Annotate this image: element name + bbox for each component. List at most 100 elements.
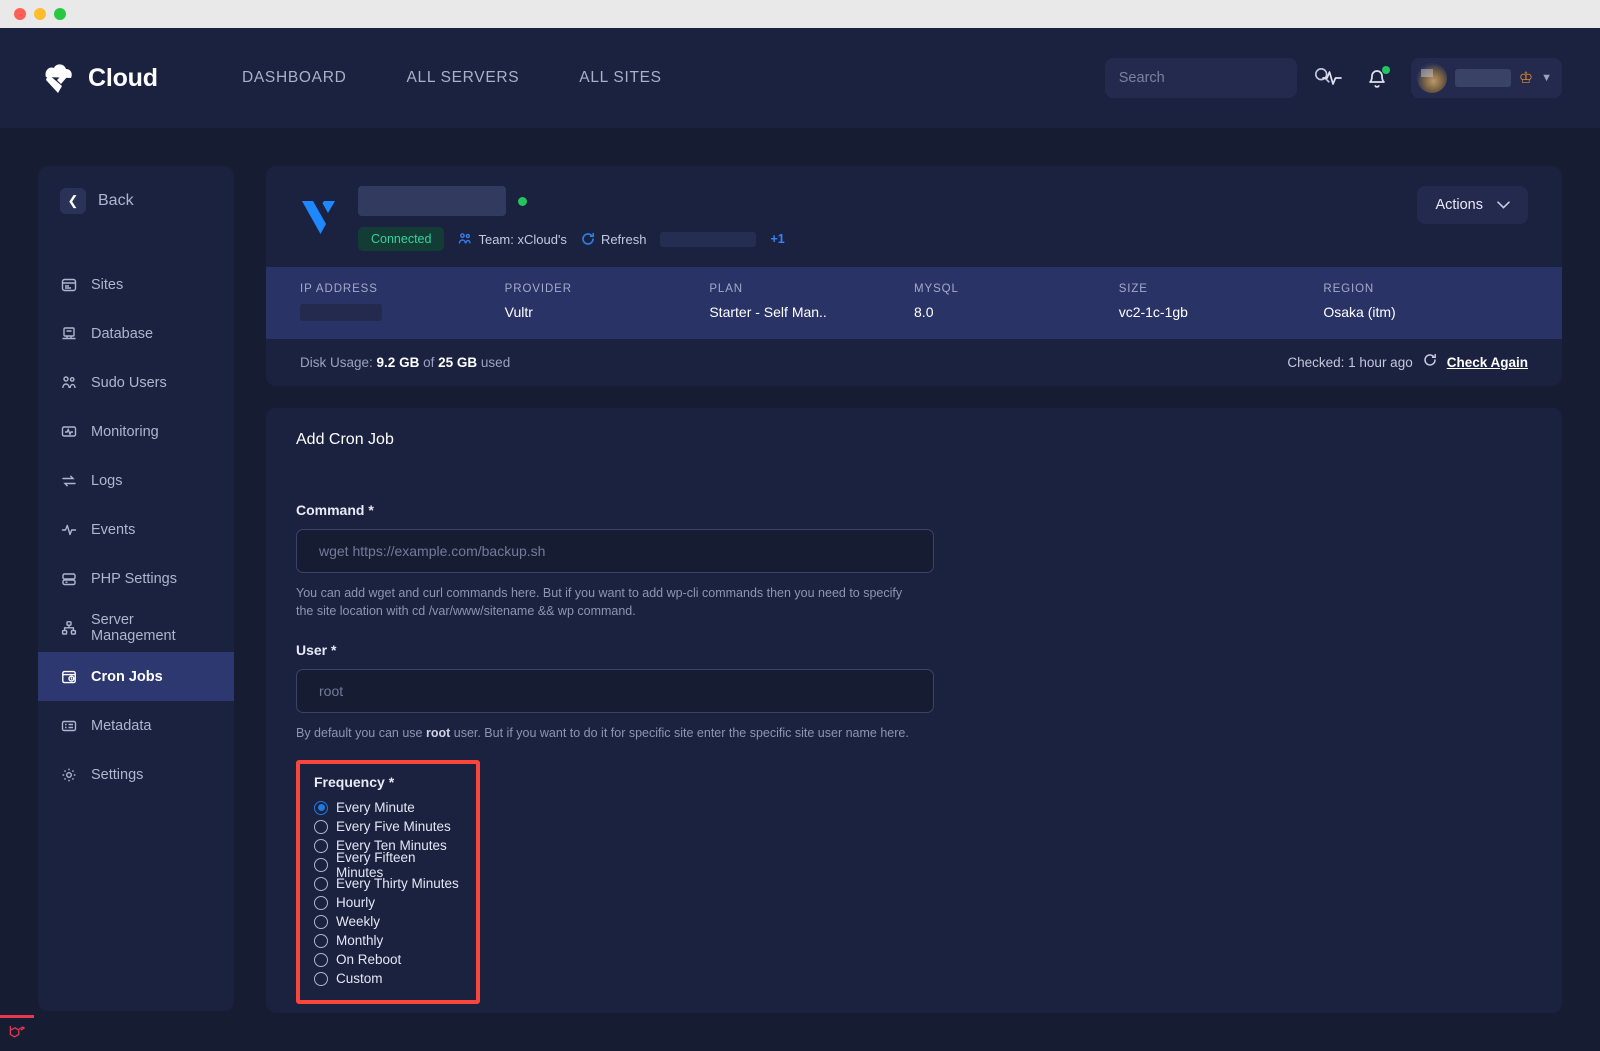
sidebar: ❮ Back Sites [38,166,234,1011]
sidebar-item-label: Logs [91,473,122,489]
stat-value: Vultr [505,304,710,320]
radio-custom[interactable]: Custom [314,969,462,988]
radio-on-reboot[interactable]: On Reboot [314,950,462,969]
radio-label: Weekly [336,914,380,929]
body-layout: ❮ Back Sites [0,128,1600,1051]
search-input[interactable] [1119,70,1306,86]
sidebar-item-sudo-users[interactable]: Sudo Users [38,358,234,407]
server-name-redacted [358,186,506,216]
refresh-button[interactable]: Refresh [581,232,647,247]
laravel-icon [8,1023,26,1046]
server-header-card: Connected Team: xCloud's [266,166,1562,267]
sidebar-item-metadata[interactable]: Metadata [38,701,234,750]
user-label: User * [296,642,1532,658]
gear-icon [60,766,77,783]
back-label: Back [98,192,134,210]
radio-indicator[interactable] [314,915,328,929]
extra-tags-count[interactable]: +1 [770,232,784,246]
stat-value-redacted [300,304,382,321]
stat-provider: PROVIDER Vultr [505,283,710,321]
cron-job-form: Command * You can add wget and curl comm… [266,472,1562,1013]
search-box[interactable] [1105,58,1297,98]
radio-hourly[interactable]: Hourly [314,893,462,912]
sidebar-item-settings[interactable]: Settings [38,750,234,799]
radio-indicator[interactable] [314,839,328,853]
sidebar-item-label: PHP Settings [91,571,177,587]
back-button[interactable]: ❮ Back [38,188,234,214]
sidebar-item-label: Server Management [91,612,212,644]
page-title: Add Cron Job [266,408,1562,472]
nav-all-sites[interactable]: ALL SITES [549,69,691,87]
bell-icon[interactable] [1367,68,1387,89]
nav-right-group: ♔ ▼ [1105,58,1562,98]
sidebar-item-server-management[interactable]: Server Management [38,603,234,652]
radio-monthly[interactable]: Monthly [314,931,462,950]
radio-indicator[interactable] [314,801,328,815]
command-help-text: You can add wget and curl commands here.… [296,584,916,620]
radio-every-fifteen-minutes[interactable]: Every Fifteen Minutes [314,855,462,874]
close-window-button[interactable] [14,8,26,20]
sidebar-item-events[interactable]: Events [38,505,234,554]
status-badge: Connected [358,227,444,251]
radio-indicator[interactable] [314,896,328,910]
stat-label: IP ADDRESS [300,283,505,295]
sidebar-item-monitoring[interactable]: Monitoring [38,407,234,456]
chevron-down-icon[interactable]: ▼ [1541,72,1552,84]
team-label: Team: xCloud's [478,232,566,247]
sidebar-menu: Sites Database [38,260,234,799]
frequency-label: Frequency * [314,774,462,790]
sidebar-item-label: Cron Jobs [91,669,163,685]
users-icon [60,374,77,391]
laravel-debugbar-toggle[interactable] [0,1015,34,1051]
app-page: Cloud DASHBOARD ALL SERVERS ALL SITES [0,28,1600,1051]
radio-indicator[interactable] [314,877,328,891]
frequency-radio-group: Every Minute Every Five Minutes Every Te… [314,798,462,988]
radio-weekly[interactable]: Weekly [314,912,462,931]
stat-value: vc2-1c-1gb [1119,304,1324,320]
brand-logo-group[interactable]: Cloud [38,61,212,95]
radio-every-five-minutes[interactable]: Every Five Minutes [314,817,462,836]
user-help-bold: root [426,726,450,740]
nav-all-servers[interactable]: ALL SERVERS [376,69,549,87]
radio-indicator[interactable] [314,934,328,948]
user-menu[interactable]: ♔ ▼ [1411,58,1562,98]
disk-total: 25 GB [438,355,477,370]
radio-indicator[interactable] [314,972,328,986]
stat-label: SIZE [1119,283,1324,295]
zoom-window-button[interactable] [54,8,66,20]
radio-every-minute[interactable]: Every Minute [314,798,462,817]
check-again-link[interactable]: Check Again [1447,355,1528,370]
sidebar-item-sites[interactable]: Sites [38,260,234,309]
minimize-window-button[interactable] [34,8,46,20]
nav-dashboard[interactable]: DASHBOARD [212,69,376,87]
sidebar-item-php-settings[interactable]: PHP Settings [38,554,234,603]
window-titlebar [0,0,1600,28]
actions-button[interactable]: Actions [1417,186,1528,224]
disk-used: 9.2 GB [377,355,420,370]
team-indicator[interactable]: Team: xCloud's [458,232,566,247]
sidebar-item-cron-jobs[interactable]: Cron Jobs [38,652,234,701]
server-icon [60,619,77,636]
refresh-small-icon[interactable] [1423,353,1437,372]
server-name-row [358,186,785,216]
radio-indicator[interactable] [314,858,328,872]
online-status-dot [518,197,527,206]
radio-indicator[interactable] [314,953,328,967]
crown-icon: ♔ [1519,68,1533,88]
user-input[interactable] [296,669,934,713]
sidebar-item-label: Monitoring [91,424,159,440]
sidebar-item-logs[interactable]: Logs [38,456,234,505]
command-input[interactable] [296,529,934,573]
primary-nav: DASHBOARD ALL SERVERS ALL SITES [212,69,692,87]
radio-every-thirty-minutes[interactable]: Every Thirty Minutes [314,874,462,893]
top-navbar: Cloud DASHBOARD ALL SERVERS ALL SITES [0,28,1600,128]
server-identity: Connected Team: xCloud's [358,186,785,251]
chevron-left-icon: ❮ [60,188,86,214]
user-name-redacted [1455,69,1511,87]
activity-icon[interactable] [1321,67,1343,89]
sidebar-item-database[interactable]: Database [38,309,234,358]
radio-indicator[interactable] [314,820,328,834]
stat-value: Starter - Self Man.. [709,304,914,320]
disk-of: of [423,355,434,370]
disk-prefix: Disk Usage: [300,355,373,370]
